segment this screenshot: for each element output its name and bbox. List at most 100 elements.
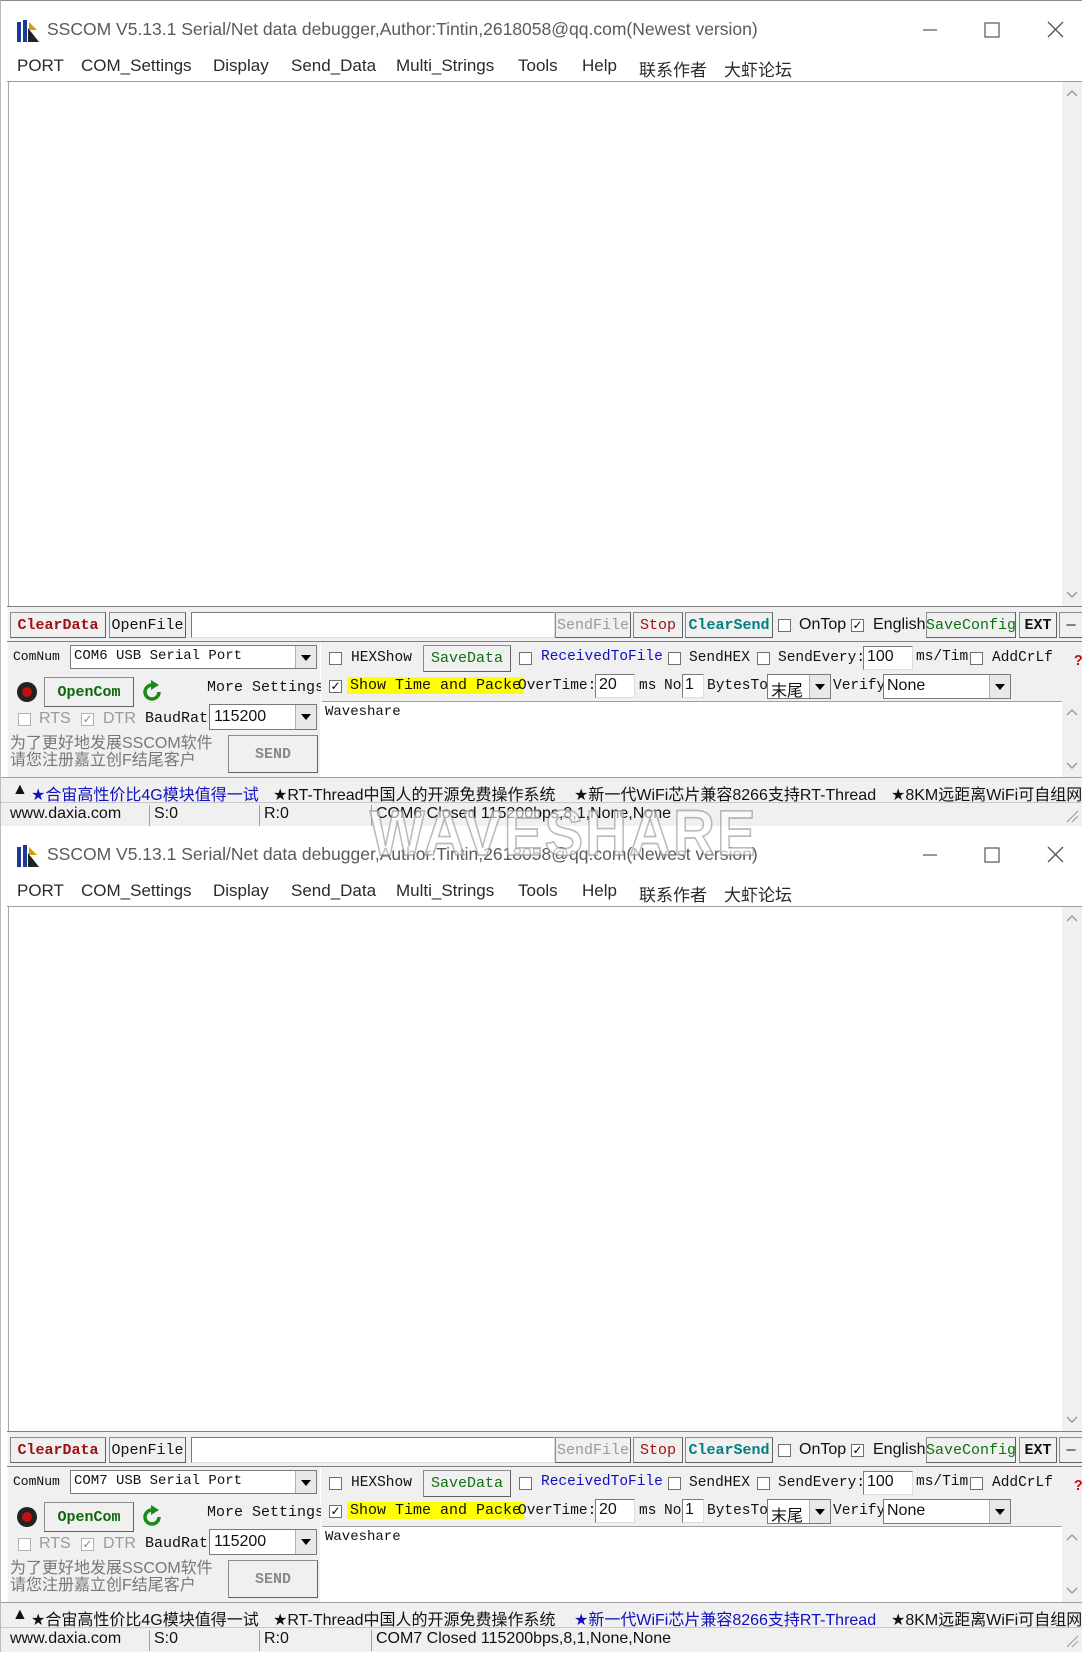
open-file-button[interactable]: OpenFile bbox=[109, 1437, 186, 1463]
clear-send-button[interactable]: ClearSend bbox=[685, 1437, 773, 1463]
promo-text[interactable]: 为了更好地发展SSCOM软件 请您注册嘉立创F结尾客户 bbox=[10, 1560, 213, 1594]
verify-select[interactable]: None bbox=[883, 1499, 1011, 1524]
chevron-down-icon[interactable] bbox=[989, 1500, 1010, 1523]
chevron-down-icon[interactable] bbox=[295, 1530, 316, 1554]
receive-area[interactable] bbox=[8, 907, 1063, 1431]
rts-checkbox[interactable] bbox=[18, 713, 31, 726]
file-path-input[interactable] bbox=[191, 1437, 555, 1463]
scroll-down-icon[interactable] bbox=[1066, 761, 1078, 771]
send-every-input[interactable]: 100 bbox=[863, 646, 913, 670]
scroll-up-icon[interactable] bbox=[1066, 913, 1078, 923]
send-scrollbar[interactable] bbox=[1062, 1526, 1082, 1602]
dtr-checkbox[interactable]: ✓ bbox=[81, 1538, 94, 1551]
stop-button[interactable]: Stop bbox=[633, 612, 683, 638]
menu-send-data[interactable]: Send_Data bbox=[291, 56, 376, 76]
menu-com-settings[interactable]: COM_Settings bbox=[81, 56, 192, 76]
ticker-item-3[interactable]: ★新一代WiFi芯片兼容8266支持RT-Thread bbox=[574, 1606, 876, 1627]
on-top-checkbox[interactable] bbox=[778, 1444, 791, 1457]
save-config-button[interactable]: SaveConfig bbox=[926, 1437, 1016, 1463]
bytes-to-select[interactable]: 末尾 bbox=[767, 1499, 831, 1524]
send-every-checkbox[interactable] bbox=[757, 1477, 770, 1490]
menu-multi-strings[interactable]: Multi_Strings bbox=[396, 881, 494, 901]
verify-select[interactable]: None bbox=[883, 674, 1011, 699]
resize-grip-icon[interactable] bbox=[1065, 809, 1079, 823]
status-site[interactable]: www.daxia.com bbox=[6, 805, 121, 826]
ticker-item-1[interactable]: ★合宙高性价比4G模块值得一试 bbox=[31, 1606, 259, 1627]
save-data-button[interactable]: SaveData bbox=[423, 645, 511, 672]
close-icon[interactable] bbox=[1039, 840, 1071, 870]
chevron-down-icon[interactable] bbox=[809, 1500, 830, 1523]
menu-forum[interactable]: 大虾论坛 bbox=[724, 881, 792, 906]
receive-area[interactable] bbox=[8, 82, 1063, 606]
help-mark[interactable]: ? bbox=[1074, 654, 1082, 670]
add-crlf-checkbox[interactable] bbox=[970, 1477, 983, 1490]
close-icon[interactable] bbox=[1039, 15, 1071, 45]
receive-scrollbar[interactable] bbox=[1062, 82, 1082, 606]
send-button[interactable]: SEND bbox=[228, 735, 318, 773]
add-crlf-checkbox[interactable] bbox=[970, 652, 983, 665]
ticker-item-4[interactable]: ★8KM远距离WiFi可自组网 bbox=[891, 781, 1082, 802]
more-settings-link[interactable]: More Settings bbox=[207, 1504, 324, 1521]
menu-contact-author[interactable]: 联系作者 bbox=[639, 881, 707, 906]
scroll-up-icon[interactable] bbox=[1066, 1532, 1078, 1542]
scroll-down-icon[interactable] bbox=[1066, 590, 1078, 600]
minimize-icon[interactable] bbox=[914, 840, 946, 870]
open-com-button[interactable]: OpenCom bbox=[44, 677, 134, 707]
chevron-down-icon[interactable] bbox=[295, 646, 316, 668]
send-scrollbar[interactable] bbox=[1062, 701, 1082, 777]
ticker-item-2[interactable]: ★RT-Thread中国人的开源免费操作系统 bbox=[273, 1606, 556, 1627]
chevron-down-icon[interactable] bbox=[295, 705, 316, 729]
received-to-file-checkbox[interactable] bbox=[519, 1477, 532, 1490]
english-checkbox[interactable]: ✓ bbox=[851, 619, 864, 632]
status-site[interactable]: www.daxia.com bbox=[6, 1630, 121, 1651]
dtr-checkbox[interactable]: ✓ bbox=[81, 713, 94, 726]
open-com-button[interactable]: OpenCom bbox=[44, 1502, 134, 1532]
minimize-icon[interactable] bbox=[914, 15, 946, 45]
menu-forum[interactable]: 大虾论坛 bbox=[724, 56, 792, 81]
comnum-select[interactable]: COM7 USB Serial Port bbox=[70, 1470, 317, 1494]
ext-button[interactable]: EXT bbox=[1019, 1437, 1057, 1463]
menu-help[interactable]: Help bbox=[582, 881, 617, 901]
collapse-button[interactable]: — bbox=[1059, 612, 1082, 638]
promo-text[interactable]: 为了更好地发展SSCOM软件 请您注册嘉立创F结尾客户 bbox=[10, 735, 213, 769]
clear-data-button[interactable]: ClearData bbox=[10, 1437, 106, 1463]
send-every-input[interactable]: 100 bbox=[863, 1471, 913, 1495]
show-time-checkbox[interactable]: ✓ bbox=[329, 1505, 342, 1518]
chevron-down-icon[interactable] bbox=[295, 1471, 316, 1493]
more-settings-link[interactable]: More Settings bbox=[207, 679, 324, 696]
hex-show-checkbox[interactable] bbox=[329, 652, 342, 665]
menu-help[interactable]: Help bbox=[582, 56, 617, 76]
on-top-checkbox[interactable] bbox=[778, 619, 791, 632]
no-input[interactable]: 1 bbox=[682, 1499, 704, 1523]
send-hex-checkbox[interactable] bbox=[668, 1477, 681, 1490]
baud-rate-select[interactable]: 115200 bbox=[209, 1529, 317, 1555]
send-text-area[interactable]: Waveshare bbox=[322, 701, 1062, 777]
file-path-input[interactable] bbox=[191, 612, 555, 638]
rts-checkbox[interactable] bbox=[18, 1538, 31, 1551]
menu-send-data[interactable]: Send_Data bbox=[291, 881, 376, 901]
maximize-icon[interactable] bbox=[976, 840, 1008, 870]
clear-data-button[interactable]: ClearData bbox=[10, 612, 106, 638]
overtime-input[interactable]: 20 bbox=[595, 674, 635, 698]
ticker-item-1[interactable]: ★合宙高性价比4G模块值得一试 bbox=[31, 781, 259, 802]
save-data-button[interactable]: SaveData bbox=[423, 1470, 511, 1497]
menu-display[interactable]: Display bbox=[213, 881, 269, 901]
help-mark[interactable]: ? bbox=[1074, 1479, 1082, 1495]
ticker-item-4[interactable]: ★8KM远距离WiFi可自组网 bbox=[891, 1606, 1082, 1627]
send-button[interactable]: SEND bbox=[228, 1560, 318, 1598]
scroll-down-icon[interactable] bbox=[1066, 1586, 1078, 1596]
send-file-button[interactable]: SendFile bbox=[555, 612, 631, 638]
menu-contact-author[interactable]: 联系作者 bbox=[639, 56, 707, 81]
comnum-select[interactable]: COM6 USB Serial Port bbox=[70, 645, 317, 669]
stop-button[interactable]: Stop bbox=[633, 1437, 683, 1463]
chevron-down-icon[interactable] bbox=[989, 675, 1010, 698]
chevron-down-icon[interactable] bbox=[809, 675, 830, 698]
overtime-input[interactable]: 20 bbox=[595, 1499, 635, 1523]
maximize-icon[interactable] bbox=[976, 15, 1008, 45]
menu-port[interactable]: PORT bbox=[17, 56, 64, 76]
ext-button[interactable]: EXT bbox=[1019, 612, 1057, 638]
send-text-area[interactable]: Waveshare bbox=[322, 1526, 1062, 1602]
refresh-icon[interactable] bbox=[139, 1504, 165, 1530]
english-checkbox[interactable]: ✓ bbox=[851, 1444, 864, 1457]
collapse-button[interactable]: — bbox=[1059, 1437, 1082, 1463]
